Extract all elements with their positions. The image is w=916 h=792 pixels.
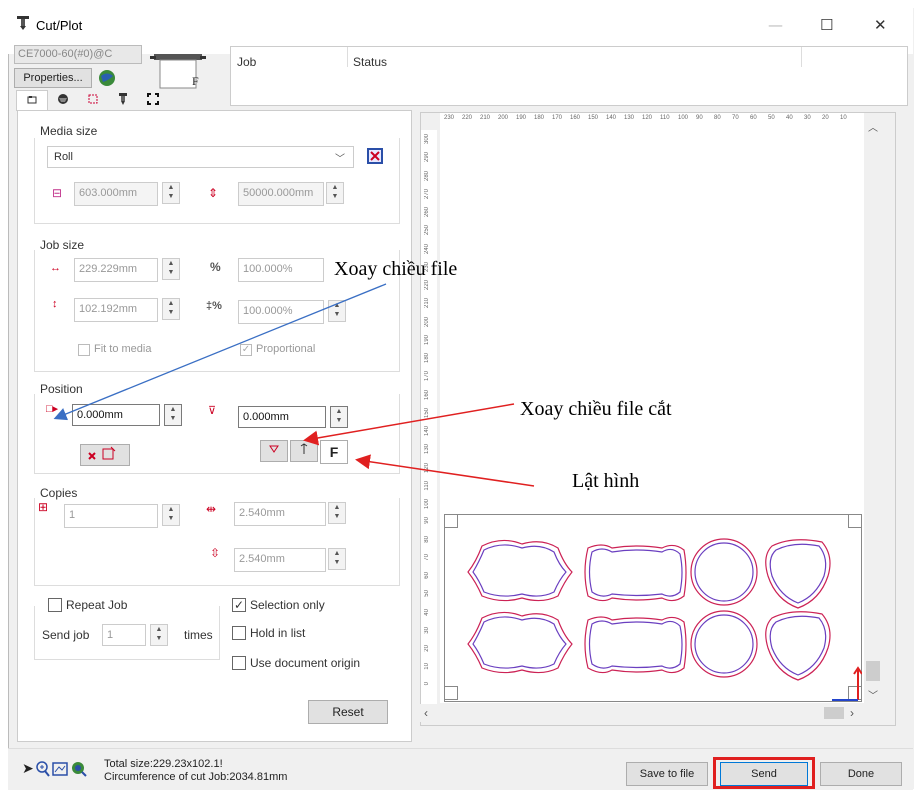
rotate-file-arrow (53, 283, 387, 421)
annotation-arrows (53, 283, 535, 487)
rotate-cut-file-arrow (303, 403, 515, 446)
annotation-rotate-file: Xoay chiều file (334, 258, 458, 280)
annotation-rotate-cut-file: Xoay chiều file cắt (520, 398, 672, 420)
annotation-flip-image: Lật hình (572, 470, 640, 492)
flip-image-arrow (355, 454, 535, 487)
